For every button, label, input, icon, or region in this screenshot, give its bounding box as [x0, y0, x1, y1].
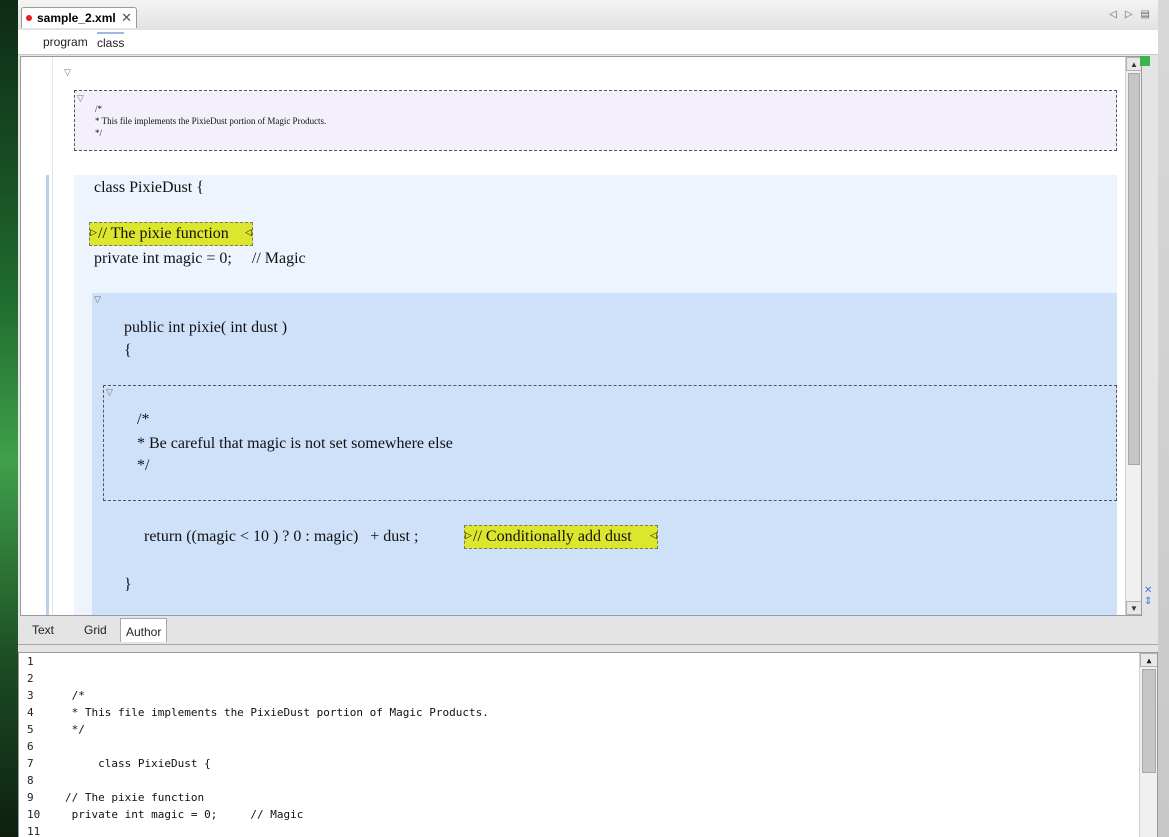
code-line: 8 — [19, 774, 65, 791]
class-declaration: class PixieDust { — [94, 179, 204, 196]
code-text: // The pixie function — [65, 791, 205, 804]
line-number: 11 — [27, 825, 41, 837]
line-number: 3 — [27, 689, 34, 702]
line-number: 6 — [27, 740, 34, 753]
code-text: /* — [65, 689, 85, 702]
scroll-up-icon[interactable]: ▲ — [1140, 653, 1157, 667]
comment-line: * This file implements the PixieDust por… — [95, 116, 327, 126]
author-view[interactable]: ▽ ▽ /* * This file implements the PixieD… — [20, 56, 1142, 616]
line-number: 1 — [27, 655, 34, 668]
indent-guide — [52, 57, 53, 615]
field-declaration: private int magic = 0; // Magic — [94, 250, 306, 267]
previous-tab-icon[interactable]: ◁ — [1109, 9, 1117, 20]
tab-author[interactable]: Author — [120, 618, 168, 642]
scrollbar-thumb[interactable] — [1142, 669, 1156, 773]
text-source-pane[interactable]: 1 2 3 /* 4 * This file implements the Pi… — [18, 652, 1158, 837]
code-text: */ — [65, 723, 85, 736]
pixie-function-comment[interactable]: // The pixie function — [89, 222, 253, 246]
collapse-triangle-icon[interactable]: ▽ — [94, 294, 101, 305]
code-line: 9 // The pixie function — [19, 791, 204, 808]
tab-navigation: ◁ ▷ ▤ — [1109, 9, 1150, 20]
scroll-down-icon[interactable]: ▼ — [1126, 601, 1141, 615]
method-signature: public int pixie( int dust ) — [124, 319, 288, 336]
code-line: 2 — [19, 672, 65, 689]
code-line: 4 * This file implements the PixieDust p… — [19, 706, 489, 723]
side-controls: ✕ ⇕ — [1144, 585, 1152, 607]
no-errors-indicator-icon — [1140, 56, 1150, 66]
scrollbar-thumb[interactable] — [1128, 73, 1140, 465]
comment-line: /* — [95, 104, 103, 114]
collapse-triangle-icon[interactable]: ▽ — [77, 92, 84, 104]
xml-editor-window: sample_2.xml ✕ ◁ ▷ ▤ program class ▽ ▽ /… — [18, 0, 1158, 837]
line-number: 8 — [27, 774, 34, 787]
modified-indicator-icon — [26, 15, 32, 21]
tab-grid[interactable]: Grid — [84, 623, 107, 637]
close-tab-icon[interactable]: ✕ — [121, 10, 132, 26]
tab-text[interactable]: Text — [32, 623, 54, 637]
next-tab-icon[interactable]: ▷ — [1125, 9, 1133, 20]
file-tab[interactable]: sample_2.xml ✕ — [21, 7, 137, 28]
close-panel-icon[interactable]: ✕ — [1144, 585, 1152, 596]
line-number: 7 — [27, 757, 34, 770]
editor-mode-tabs: Text Grid Author — [18, 616, 1158, 645]
comment-line: /* — [137, 411, 150, 428]
open-brace: { — [124, 342, 132, 359]
desktop-background — [0, 0, 18, 837]
code-line: 5 */ — [19, 723, 85, 740]
header-comment-block[interactable]: ▽ /* * This file implements the PixieDus… — [74, 90, 1117, 151]
code-line: 10 private int magic = 0; // Magic — [19, 808, 303, 825]
editor-tab-bar: sample_2.xml ✕ ◁ ▷ ▤ — [18, 0, 1158, 31]
close-brace: } — [124, 576, 132, 593]
collapse-triangle-icon[interactable]: ▽ — [106, 387, 113, 398]
collapse-triangle-icon[interactable]: ▽ — [64, 67, 71, 78]
code-line: 6 — [19, 740, 65, 757]
line-number: 2 — [27, 672, 34, 685]
text-scrollbar[interactable]: ▲ — [1139, 653, 1157, 837]
comment-line: * Be careful that magic is not set somew… — [137, 435, 453, 452]
comment-line: */ — [95, 128, 103, 138]
tab-list-icon[interactable]: ▤ — [1141, 9, 1150, 20]
code-line: 3 /* — [19, 689, 85, 706]
class-selection-bar — [46, 175, 49, 615]
breadcrumb: program class — [18, 30, 1158, 55]
code-line: 1 — [19, 655, 65, 672]
toggle-panel-icon[interactable]: ⇕ — [1144, 596, 1152, 607]
code-line: 11 — [19, 825, 65, 837]
line-number: 9 — [27, 791, 34, 804]
code-text: * This file implements the PixieDust por… — [65, 706, 489, 719]
line-number: 4 — [27, 706, 34, 719]
line-number: 10 — [27, 808, 41, 821]
code-text: private int magic = 0; // Magic — [65, 808, 304, 821]
desktop-background-right — [1158, 0, 1169, 837]
breadcrumb-program[interactable]: program — [43, 35, 88, 49]
return-statement: return ((magic < 10 ) ? 0 : magic) + dus… — [144, 528, 419, 545]
file-tab-label: sample_2.xml — [37, 11, 116, 25]
line-number: 5 — [27, 723, 34, 736]
comment-line: */ — [137, 457, 150, 474]
breadcrumb-class[interactable]: class — [97, 32, 125, 50]
code-line: 7 class PixieDust { — [19, 757, 211, 774]
code-text: class PixieDust { — [65, 757, 211, 770]
conditionally-add-dust-comment[interactable]: // Conditionally add dust — [464, 525, 658, 549]
author-scrollbar[interactable]: ▲ ▼ — [1125, 57, 1141, 615]
